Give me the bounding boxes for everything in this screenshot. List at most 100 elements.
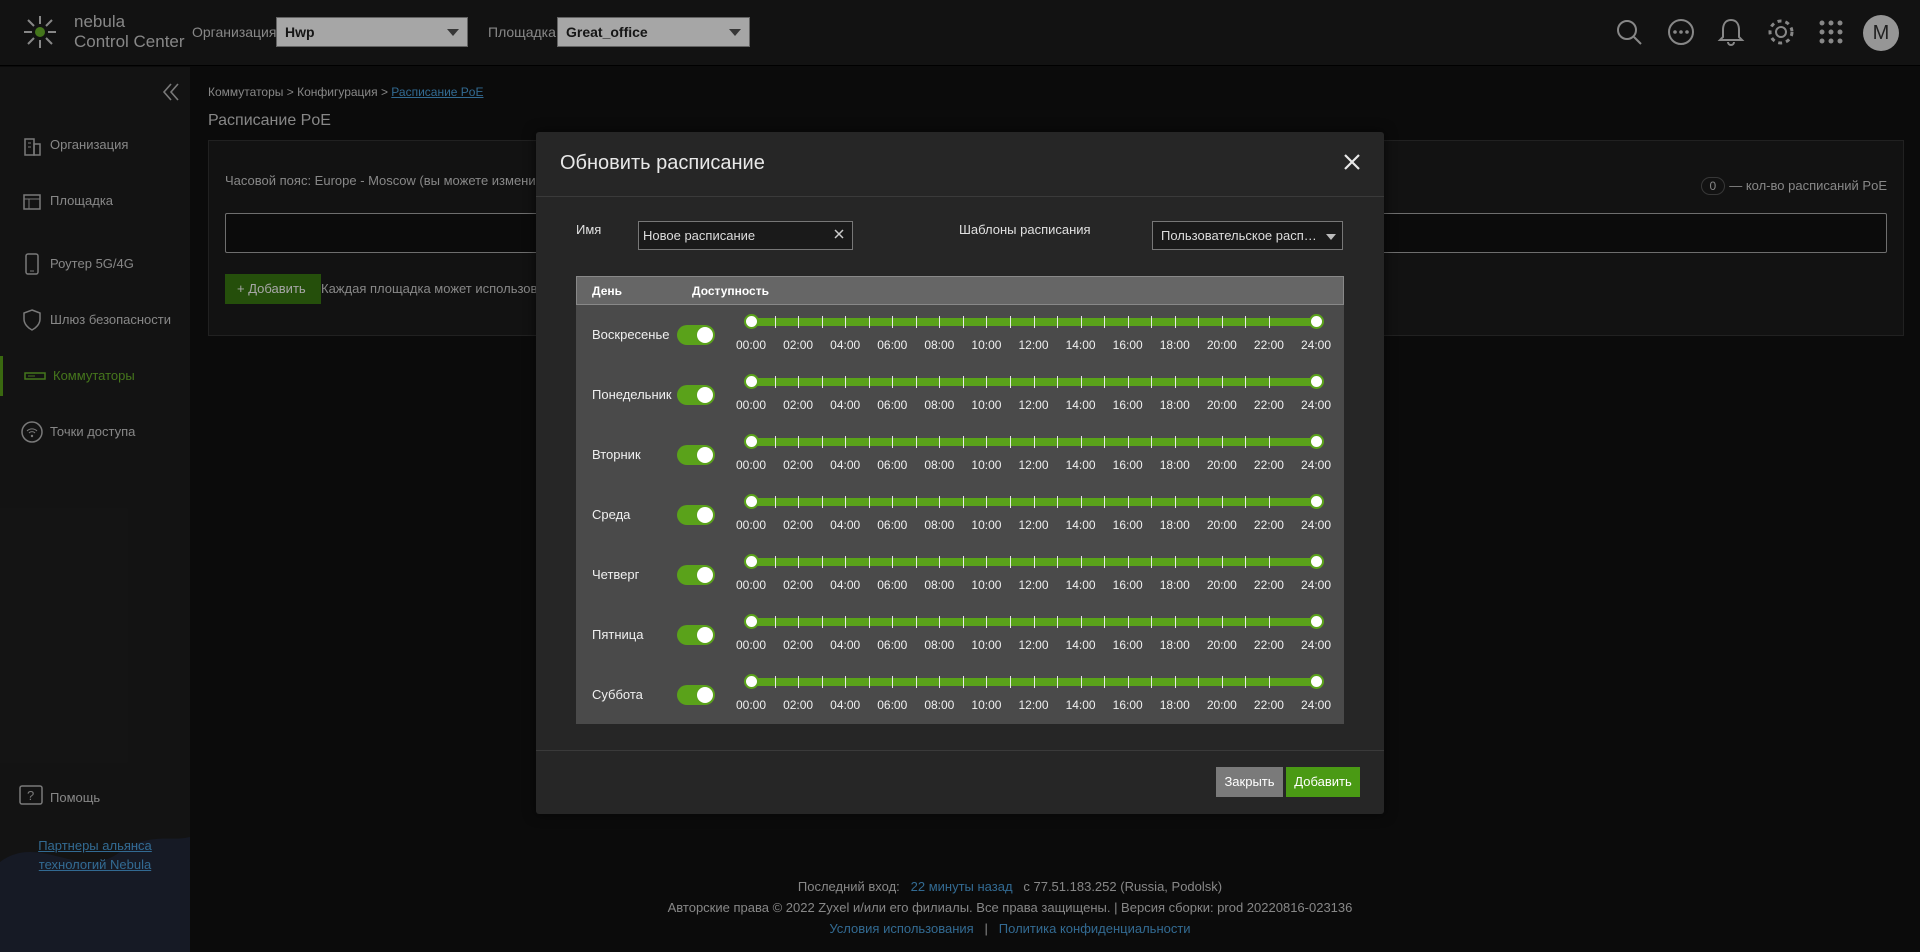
day-enabled-toggle[interactable] [677,325,715,345]
slider-tick [1245,676,1247,688]
day-name: Пятница [592,627,644,642]
day-enabled-toggle[interactable] [677,685,715,705]
day-enabled-toggle[interactable] [677,385,715,405]
slider-tick [1268,676,1270,688]
slider-tick [1127,436,1129,448]
schedule-day-row: Суббота 00:00 02:00 04:00 06:00 08:00 10:00 12:… [576,665,1344,725]
time-tick-label: 18:00 [1159,458,1190,472]
slider-tick [1104,556,1106,568]
column-availability: Доступность [692,284,769,298]
slider-tick [1151,496,1153,508]
time-tick-label: 04:00 [830,398,861,412]
slider-tick [892,616,894,628]
time-tick-label: 08:00 [924,338,955,352]
slider-end-handle[interactable] [1309,374,1324,389]
slider-tick [845,436,847,448]
time-tick-label: 18:00 [1159,338,1190,352]
close-icon[interactable] [1340,150,1364,174]
day-enabled-toggle[interactable] [677,505,715,525]
time-tick-label: 10:00 [971,638,1002,652]
slider-tick [1104,316,1106,328]
add-button[interactable]: Добавить [1286,767,1360,797]
time-tick-label: 06:00 [877,518,908,532]
template-select-value: Пользовательское расписание [1161,228,1321,243]
divider [536,750,1384,751]
slider-tick [962,616,964,628]
time-tick-label: 08:00 [924,698,955,712]
slider-tick [1174,436,1176,448]
slider-tick [892,316,894,328]
slider-tick [1268,496,1270,508]
day-name: Воскресенье [592,327,670,342]
slider-end-handle[interactable] [1309,494,1324,509]
slider-tick [939,316,941,328]
slider-tick [1174,316,1176,328]
slider-start-handle[interactable] [744,674,759,689]
slider-tick [1127,676,1129,688]
day-enabled-toggle[interactable] [677,625,715,645]
toggle-knob [697,687,713,703]
time-tick-label: 22:00 [1253,518,1284,532]
slider-tick [1245,616,1247,628]
slider-tick [821,616,823,628]
time-tick-label: 00:00 [735,638,767,652]
slider-start-handle[interactable] [744,374,759,389]
slider-start-handle[interactable] [744,494,759,509]
slider-end-handle[interactable] [1309,614,1324,629]
day-enabled-toggle[interactable] [677,445,715,465]
time-tick-label: 16:00 [1112,698,1143,712]
day-enabled-toggle[interactable] [677,565,715,585]
slider-end-handle[interactable] [1309,314,1324,329]
time-tick-label: 16:00 [1112,398,1143,412]
slider-tick [1268,316,1270,328]
day-name: Четверг [592,567,640,582]
slider-end-handle[interactable] [1309,674,1324,689]
slider-start-handle[interactable] [744,554,759,569]
close-button[interactable]: Закрыть [1216,767,1283,797]
time-tick-label: 20:00 [1206,638,1237,652]
time-tick-label: 04:00 [830,578,861,592]
slider-end-handle[interactable] [1309,434,1324,449]
slider-tick [986,376,988,388]
time-tick-label: 22:00 [1253,638,1284,652]
time-tick-label: 10:00 [971,698,1002,712]
slider-start-handle[interactable] [744,314,759,329]
time-tick-label: 14:00 [1065,698,1096,712]
time-tick-label: 22:00 [1253,698,1284,712]
time-tick-label: 00:00 [735,698,767,712]
slider-tick [798,676,800,688]
slider-tick [986,556,988,568]
slider-tick [1104,676,1106,688]
slider-tick [1127,316,1129,328]
slider-tick [868,316,870,328]
slider-start-handle[interactable] [744,434,759,449]
time-tick-label: 18:00 [1159,398,1190,412]
slider-tick [774,496,776,508]
slider-tick [1057,496,1059,508]
chevron-down-icon [1326,234,1336,240]
slider-tick [1033,556,1035,568]
time-tick-label: 16:00 [1112,458,1143,472]
slider-tick [1268,376,1270,388]
slider-end-handle[interactable] [1309,554,1324,569]
clear-input-icon[interactable] [832,227,846,241]
slider-tick [1268,616,1270,628]
slider-tick [892,436,894,448]
slider-tick [1080,316,1082,328]
template-select[interactable]: Пользовательское расписание [1152,221,1343,250]
time-tick-label: 06:00 [877,698,908,712]
slider-tick [1151,436,1153,448]
slider-tick [1221,676,1223,688]
slider-tick [986,496,988,508]
slider-tick [1080,376,1082,388]
slider-start-handle[interactable] [744,614,759,629]
slider-tick [892,556,894,568]
slider-tick [986,436,988,448]
time-tick-label: 14:00 [1065,458,1096,472]
schedule-name-input[interactable]: Новое расписание [638,221,853,250]
time-tick-label: 12:00 [1018,458,1049,472]
time-tick-label: 00:00 [735,458,767,472]
slider-tick [774,436,776,448]
time-tick-label: 00:00 [735,398,767,412]
slider-tick [1198,376,1200,388]
